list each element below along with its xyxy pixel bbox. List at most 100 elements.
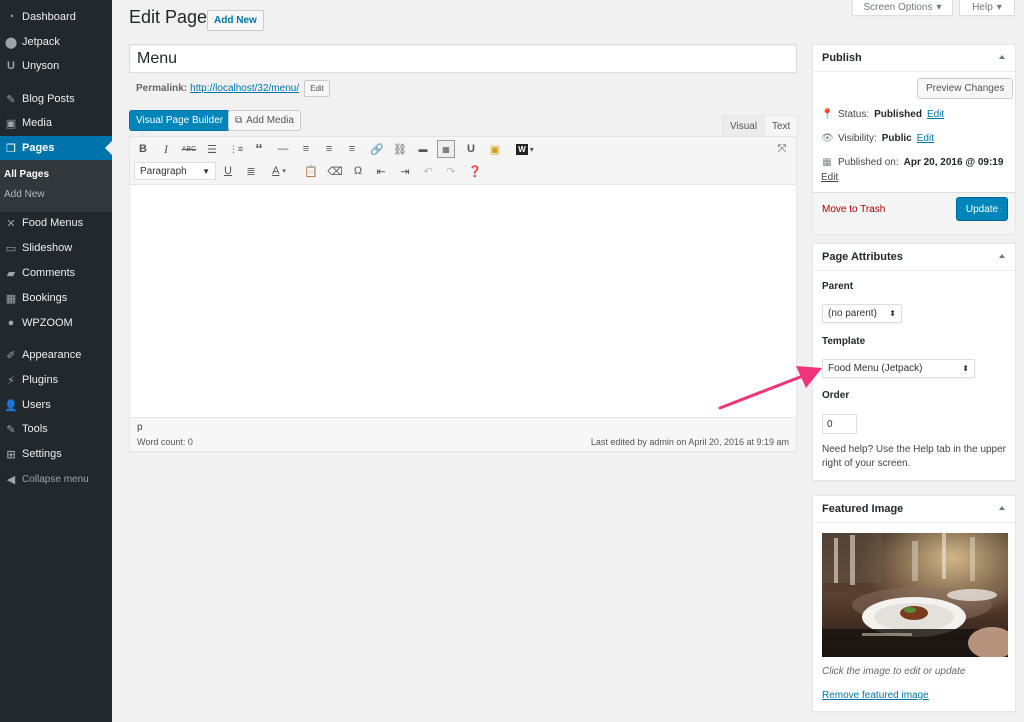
status-edit-link[interactable]: Edit: [927, 109, 944, 120]
permalink-link[interactable]: http://localhost/32/menu/: [190, 83, 299, 94]
link-icon[interactable]: 🔗: [368, 140, 386, 158]
jetpack-icon: ⬤: [4, 36, 18, 49]
last-edited: Last edited by admin on April 20, 2016 a…: [590, 437, 789, 447]
parent-select[interactable]: (no parent) ⬍: [822, 304, 902, 323]
sidebar-item-jetpack[interactable]: ⬤ Jetpack: [0, 30, 112, 54]
editor-content-area[interactable]: [130, 185, 796, 417]
sidebar-item-tools[interactable]: ✎ Tools: [0, 417, 112, 441]
visibility-edit-link[interactable]: Edit: [917, 133, 934, 144]
post-title-input[interactable]: [129, 44, 797, 73]
sidebar-item-plugins[interactable]: ⚡ Plugins: [0, 368, 112, 392]
unlink-icon[interactable]: ⛓: [391, 140, 409, 158]
help-text: Need help? Use the Help tab in the upper…: [822, 444, 1007, 469]
eye-icon: 👁: [821, 133, 834, 144]
undo-icon[interactable]: ↶: [419, 162, 437, 180]
indent-icon[interactable]: ⇥: [396, 162, 414, 180]
sidebar-item-appearance[interactable]: ✐ Appearance: [0, 343, 112, 367]
strikethrough-icon[interactable]: ABC: [180, 140, 198, 158]
horizontal-line-icon[interactable]: —: [274, 140, 292, 158]
sidebar-item-comments[interactable]: ▰ Comments: [0, 261, 112, 285]
sidebar-item-dashboard[interactable]: ◔ Dashboard: [0, 5, 112, 29]
text-color-icon[interactable]: A ▾: [265, 162, 293, 180]
element-path[interactable]: p: [137, 422, 143, 433]
bullet-list-icon[interactable]: ☰: [203, 140, 221, 158]
numbered-list-icon[interactable]: ⋮≡: [227, 140, 245, 158]
outdent-icon[interactable]: ⇤: [372, 162, 390, 180]
special-character-icon[interactable]: Ω: [349, 162, 367, 180]
utensils-icon: ✕: [6, 217, 16, 230]
unyson-shortcode-icon[interactable]: U: [462, 140, 480, 158]
pages-submenu: All Pages Add New: [0, 160, 112, 212]
blockquote-icon[interactable]: “: [250, 140, 268, 158]
wrench-icon: ✎: [6, 423, 16, 436]
order-label: Order: [822, 390, 850, 401]
unyson-icon: U: [7, 60, 15, 72]
sidebar-item-slideshow[interactable]: ▭ Slideshow: [0, 236, 112, 260]
admin-sidebar: ◔ Dashboard ⬤ Jetpack U Unyson ✎ Blog Posts …: [0, 0, 112, 722]
sidebar-item-media[interactable]: ▣ Media: [0, 111, 112, 135]
screen-options-button[interactable]: Screen Options ▾: [852, 0, 953, 16]
help-icon[interactable]: ❓: [466, 162, 484, 180]
move-to-trash-link[interactable]: Move to Trash: [822, 204, 885, 215]
align-right-icon[interactable]: ≡: [343, 140, 361, 158]
plugin-icon: ⚡: [7, 374, 15, 387]
featured-image[interactable]: [822, 533, 1008, 657]
tab-text[interactable]: Text: [764, 115, 799, 136]
restaurant-photo: [822, 533, 1008, 657]
bold-icon[interactable]: B: [134, 140, 152, 158]
update-button[interactable]: Update: [956, 197, 1008, 221]
tab-visual[interactable]: Visual: [722, 115, 766, 136]
permalink-edit-button[interactable]: Edit: [304, 80, 330, 97]
justify-icon[interactable]: ≣: [242, 162, 260, 180]
featured-image-caption: Click the image to edit or update: [822, 666, 966, 677]
media-icon: ⧉: [235, 115, 243, 126]
toggle-arrow-icon[interactable]: [999, 55, 1005, 59]
preview-changes-button[interactable]: Preview Changes: [917, 78, 1014, 99]
word-count: Word count: 0: [137, 437, 193, 447]
italic-icon[interactable]: I: [157, 140, 175, 158]
sidebar-item-unyson[interactable]: U Unyson: [0, 54, 112, 78]
wpzoom-shortcode-icon[interactable]: W ▾: [511, 140, 539, 158]
sidebar-item-wpzoom[interactable]: ● WPZOOM: [0, 311, 112, 335]
toggle-arrow-icon[interactable]: [999, 254, 1005, 258]
publish-header[interactable]: Publish: [813, 45, 1015, 72]
sidebar-item-settings[interactable]: ⊞ Settings: [0, 442, 112, 466]
visual-page-builder-button[interactable]: Visual Page Builder: [129, 110, 231, 131]
permalink-row: Permalink: http://localhost/32/menu/ Edi…: [136, 80, 330, 97]
underline-icon[interactable]: U: [219, 162, 237, 180]
caret-down-icon: ▾: [936, 2, 942, 13]
published-edit-link[interactable]: Edit: [821, 172, 838, 183]
editor-statusbar: p Word count: 0 Last edited by admin on …: [130, 417, 796, 451]
help-button[interactable]: Help ▾: [959, 0, 1015, 16]
read-more-icon[interactable]: ▬: [414, 140, 432, 158]
updown-icon: ⬍: [962, 364, 969, 373]
add-media-button[interactable]: ⧉ Add Media: [228, 110, 301, 131]
calendar-icon: ▦: [822, 157, 832, 168]
sidebar-item-pages[interactable]: ❐ Pages: [0, 136, 112, 160]
submenu-all-pages[interactable]: All Pages: [4, 169, 49, 180]
remove-featured-image-link[interactable]: Remove featured image: [822, 690, 929, 701]
add-new-button[interactable]: Add New: [207, 10, 264, 31]
order-input[interactable]: [822, 414, 857, 434]
sidebar-item-users[interactable]: 👤 Users: [0, 393, 112, 417]
format-select[interactable]: Paragraph ▼: [134, 162, 216, 180]
fullscreen-icon[interactable]: ⤧: [773, 140, 791, 158]
sidebar-item-bookings[interactable]: ▦ Bookings: [0, 286, 112, 310]
toolbar-toggle-icon[interactable]: ▦: [437, 140, 455, 158]
paste-text-icon[interactable]: 📋: [302, 162, 320, 180]
submenu-add-new[interactable]: Add New: [4, 189, 45, 200]
toggle-arrow-icon[interactable]: [999, 506, 1005, 510]
gallery-icon[interactable]: ▣: [486, 140, 504, 158]
featured-image-header[interactable]: Featured Image: [813, 496, 1015, 523]
align-center-icon[interactable]: ≡: [320, 140, 338, 158]
caret-down-icon: ▼: [202, 166, 210, 176]
template-select[interactable]: Food Menu (Jetpack) ⬍: [822, 359, 975, 378]
page-attributes-header[interactable]: Page Attributes: [813, 244, 1015, 271]
redo-icon[interactable]: ↷: [442, 162, 460, 180]
align-left-icon[interactable]: ≡: [297, 140, 315, 158]
collapse-menu-button[interactable]: ◀ Collapse menu: [0, 467, 112, 491]
sidebar-item-food-menus[interactable]: ✕ Food Menus: [0, 211, 112, 235]
sidebar-item-blog-posts[interactable]: ✎ Blog Posts: [0, 87, 112, 111]
pages-icon: ❐: [6, 142, 16, 155]
clear-formatting-icon[interactable]: ⌫: [326, 162, 344, 180]
